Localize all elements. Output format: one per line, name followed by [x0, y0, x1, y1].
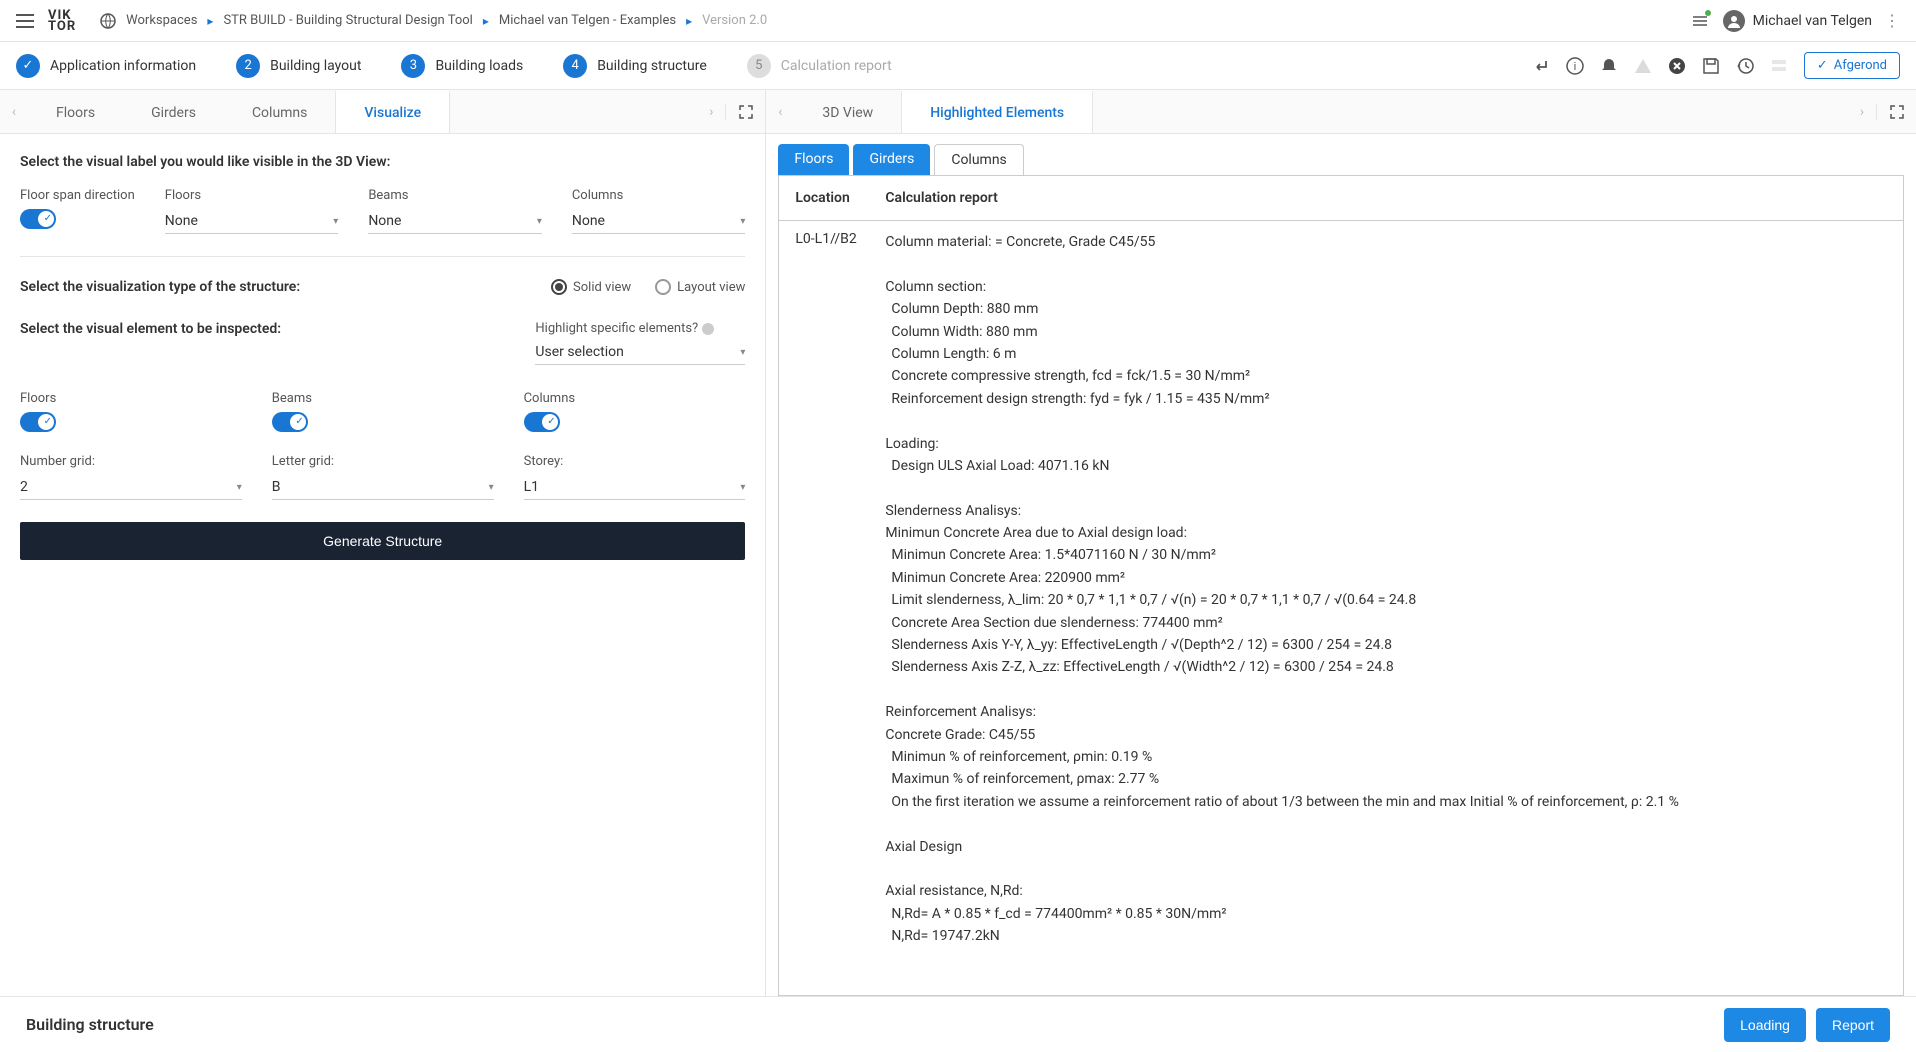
user-menu[interactable]: Michael van Telgen ⋮ — [1723, 10, 1900, 32]
step-calc-report[interactable]: 5 Calculation report — [747, 54, 892, 78]
section-title-labels: Select the visual label you would like v… — [20, 154, 745, 170]
beams-toggle[interactable]: ✓ — [272, 412, 308, 432]
info-icon[interactable]: i — [1566, 57, 1584, 75]
expand-icon[interactable] — [1876, 104, 1916, 120]
columns-dropdown-label: Columns — [572, 188, 746, 203]
radio-icon — [655, 279, 671, 295]
highlight-label: Highlight specific elements? — [535, 321, 698, 336]
beams-toggle-label: Beams — [272, 391, 494, 406]
step-building-loads[interactable]: 3 Building loads — [401, 54, 523, 78]
caret-down-icon: ▾ — [740, 482, 745, 493]
caret-down-icon: ▾ — [333, 216, 338, 227]
caret-down-icon: ▾ — [537, 216, 542, 227]
warning-icon[interactable] — [1634, 57, 1652, 75]
col-header-report: Calculation report — [885, 190, 997, 206]
tabs-prev[interactable]: ‹ — [0, 104, 28, 120]
loading-button[interactable]: Loading — [1724, 1008, 1806, 1042]
floors-select[interactable]: None ▾ — [165, 209, 339, 234]
chevron-right-icon: ▸ — [483, 14, 489, 28]
beams-select[interactable]: None ▾ — [368, 209, 542, 234]
radio-icon — [551, 279, 567, 295]
cards-icon[interactable] — [1770, 57, 1788, 75]
close-circle-icon[interactable] — [1668, 57, 1686, 75]
info-dot-icon[interactable] — [702, 323, 714, 335]
expand-icon[interactable] — [725, 104, 765, 120]
beams-dropdown-label: Beams — [368, 188, 542, 203]
logo: VIKTOR — [48, 10, 76, 32]
letter-grid-label: Letter grid: — [272, 454, 494, 469]
queue-icon[interactable] — [1691, 12, 1709, 30]
svg-text:i: i — [1574, 60, 1577, 73]
number-grid-select[interactable]: 2 ▾ — [20, 475, 242, 500]
floors-toggle-label: Floors — [20, 391, 242, 406]
tabs-prev[interactable]: ‹ — [766, 104, 794, 120]
tab-visualize[interactable]: Visualize — [335, 90, 450, 133]
tabs-next[interactable]: › — [697, 104, 725, 120]
avatar-icon — [1723, 10, 1745, 32]
columns-select[interactable]: None ▾ — [572, 209, 746, 234]
username: Michael van Telgen — [1753, 13, 1872, 29]
kebab-icon[interactable]: ⋮ — [1884, 11, 1900, 30]
floors-dropdown-label: Floors — [165, 188, 339, 203]
step-building-structure[interactable]: 4 Building structure — [563, 54, 707, 78]
subtab-girders[interactable]: Girders — [853, 144, 930, 175]
bell-icon[interactable] — [1600, 57, 1618, 75]
tabs-next[interactable]: › — [1848, 104, 1876, 120]
save-icon[interactable] — [1702, 57, 1720, 75]
breadcrumb-workspaces[interactable]: Workspaces — [126, 13, 197, 28]
afgerond-button[interactable]: ✓ Afgerond — [1804, 52, 1900, 79]
tab-columns[interactable]: Columns — [224, 90, 335, 133]
storey-label: Storey: — [524, 454, 746, 469]
check-icon: ✓ — [1817, 58, 1828, 73]
caret-down-icon: ▾ — [237, 482, 242, 493]
breadcrumb-folder[interactable]: Michael van Telgen - Examples — [499, 13, 676, 28]
tab-highlighted[interactable]: Highlighted Elements — [901, 90, 1093, 133]
breadcrumb: Workspaces ▸ STR BUILD - Building Struct… — [100, 13, 1691, 29]
tab-3d-view[interactable]: 3D View — [794, 90, 901, 133]
subtab-floors[interactable]: Floors — [778, 144, 849, 175]
check-icon: ✓ — [16, 54, 40, 78]
floors-toggle[interactable]: ✓ — [20, 412, 56, 432]
letter-grid-select[interactable]: B ▾ — [272, 475, 494, 500]
step-app-info[interactable]: ✓ Application information — [16, 54, 196, 78]
globe-icon — [100, 13, 116, 29]
step-building-layout[interactable]: 2 Building layout — [236, 54, 361, 78]
location-cell: L0-L1//B2 — [795, 231, 885, 948]
calculation-report: Column material: = Concrete, Grade C45/5… — [885, 231, 1887, 948]
menu-icon[interactable] — [16, 14, 34, 28]
columns-toggle-label: Columns — [524, 391, 746, 406]
caret-down-icon: ▾ — [740, 347, 745, 358]
caret-down-icon: ▾ — [740, 216, 745, 227]
number-grid-label: Number grid: — [20, 454, 242, 469]
radio-layout-view[interactable]: Layout view — [655, 279, 745, 295]
chevron-right-icon: ▸ — [686, 14, 692, 28]
tab-floors[interactable]: Floors — [28, 90, 123, 133]
highlight-select[interactable]: User selection ▾ — [535, 340, 745, 365]
tab-girders[interactable]: Girders — [123, 90, 224, 133]
subtab-columns[interactable]: Columns — [934, 144, 1023, 175]
radio-solid-view[interactable]: Solid view — [551, 279, 631, 295]
return-icon[interactable] — [1532, 57, 1550, 75]
history-icon[interactable] — [1736, 57, 1754, 75]
columns-toggle[interactable]: ✓ — [524, 412, 560, 432]
breadcrumb-project[interactable]: STR BUILD - Building Structural Design T… — [223, 13, 472, 28]
report-button[interactable]: Report — [1816, 1008, 1890, 1042]
generate-structure-button[interactable]: Generate Structure — [20, 522, 745, 560]
chevron-right-icon: ▸ — [207, 14, 213, 28]
section-title-vistype: Select the visualization type of the str… — [20, 279, 300, 295]
floor-span-label: Floor span direction — [20, 188, 135, 203]
storey-select[interactable]: L1 ▾ — [524, 475, 746, 500]
breadcrumb-version: Version 2.0 — [702, 13, 767, 28]
page-title: Building structure — [26, 1015, 154, 1034]
section-title-inspect: Select the visual element to be inspecte… — [20, 321, 281, 337]
floor-span-toggle[interactable]: ✓ — [20, 209, 56, 229]
caret-down-icon: ▾ — [489, 482, 494, 493]
col-header-location: Location — [795, 190, 885, 206]
